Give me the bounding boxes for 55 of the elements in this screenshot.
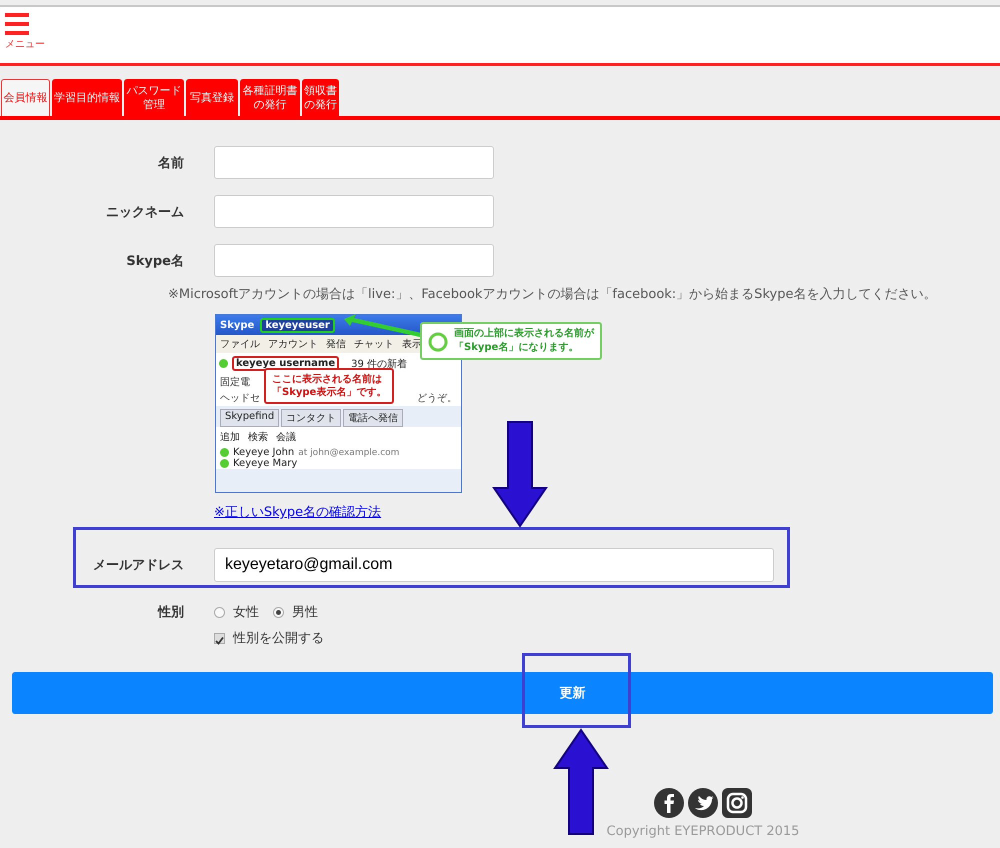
info-text: ヘッドセ (220, 392, 260, 405)
radio-button[interactable] (214, 606, 225, 618)
menu-item[interactable]: アカウント (268, 337, 318, 351)
callout-text: ここに表示される名前は (272, 373, 383, 386)
update-button[interactable]: 更新 (12, 672, 993, 714)
menu-button[interactable]: メニュー (5, 13, 45, 51)
toolbar-item[interactable]: 検索 (248, 430, 268, 444)
menu-item[interactable]: 発信 (326, 337, 346, 351)
checkbox[interactable] (214, 632, 225, 644)
tab[interactable]: 電話へ発信 (343, 409, 404, 427)
input-field[interactable] (214, 146, 494, 179)
contact-name: Keyeye John (233, 447, 294, 458)
option-label: 性別を公開する (233, 630, 324, 647)
tab[interactable]: 領収書 の発行 (302, 79, 339, 116)
twitter-icon[interactable] (688, 788, 718, 818)
contact-name: Keyeye Mary (233, 458, 298, 469)
radio-button[interactable] (273, 606, 284, 618)
info-text: 固定電 (220, 376, 250, 389)
option-label: 女性 (233, 604, 259, 621)
tab[interactable]: 学習目的情報 (52, 79, 122, 116)
tab[interactable]: 各種証明書 の発行 (240, 79, 300, 116)
help-link[interactable]: ※正しいSkype名の確認方法 (214, 503, 382, 521)
callout-text: 画面の上部に表示される名前が (454, 327, 594, 341)
tab[interactable]: 会員情報 (1, 79, 50, 116)
menu-item[interactable]: チャット (354, 337, 394, 351)
field-label: 名前 (156, 154, 184, 172)
input-field[interactable] (214, 195, 494, 228)
field-label: 性別 (156, 604, 184, 621)
input-field[interactable] (214, 244, 494, 277)
option-label: 男性 (292, 604, 318, 621)
toolbar-item[interactable]: 追加 (220, 430, 240, 444)
callout-text: 「Skype表示名」です。 (272, 386, 386, 399)
tab[interactable]: Skypefind (220, 409, 280, 427)
email-field[interactable]: keyeyetaro@gmail.com (214, 548, 774, 582)
instagram-icon[interactable] (722, 788, 752, 818)
info-text: どうぞ。 (417, 392, 457, 405)
ring-icon (428, 332, 448, 352)
tab[interactable]: コンタクト (281, 409, 342, 427)
tab[interactable]: パスワード 管理 (124, 79, 184, 116)
tab[interactable]: 写真登録 (186, 79, 238, 116)
copyright-text: Copyright EYEPRODUCT 2015 (606, 824, 800, 839)
callout-text: 「Skype名」になります。 (454, 341, 580, 355)
menu-icon (5, 13, 29, 35)
status-icon (219, 359, 228, 368)
username-label: keyeyeuser (260, 318, 335, 332)
toolbar-item[interactable]: 会議 (276, 430, 296, 444)
hint-text: ※Microsoftアカウントの場合は「live:」、Facebookアカウントの場合は「facebook:」から始まるSkype名を入力してください。 (168, 286, 938, 303)
news-count: 39 件の新着 (351, 358, 408, 370)
contact-email: at john@example.com (298, 448, 400, 458)
facebook-icon[interactable] (654, 788, 684, 818)
field-label: メールアドレス (92, 556, 184, 574)
window-title: Skype (220, 320, 254, 330)
field-label: ニックネーム (105, 204, 184, 220)
field-label: Skype名 (125, 252, 184, 270)
menu-item[interactable]: ファイル (220, 337, 260, 351)
